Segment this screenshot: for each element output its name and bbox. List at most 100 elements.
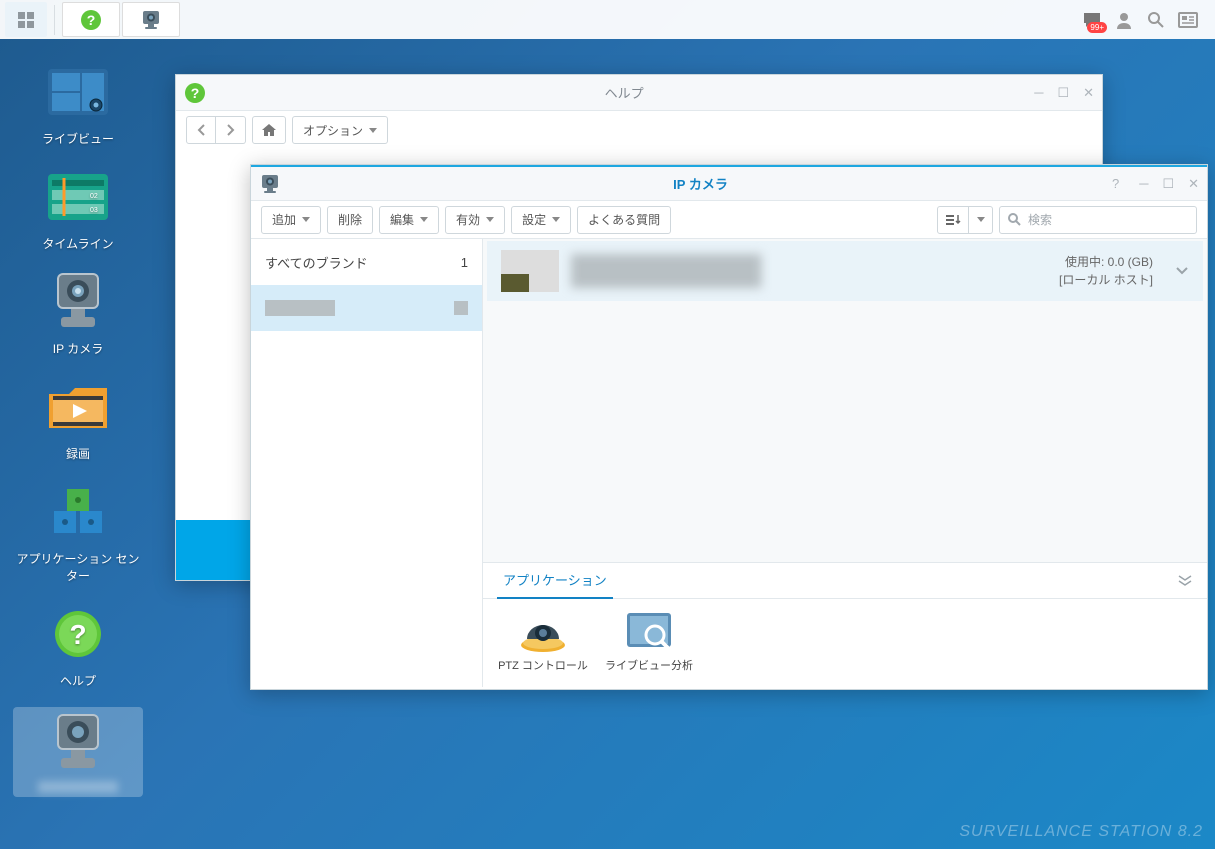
- sidebar-item-all-brands[interactable]: すべてのブランド 1: [251, 239, 482, 285]
- ipcam-window-icon: [259, 173, 281, 195]
- minimize-button[interactable]: ─: [1139, 176, 1148, 192]
- sort-button[interactable]: [937, 206, 969, 234]
- faq-button[interactable]: よくある質問: [577, 206, 671, 234]
- nav-back-button[interactable]: [186, 116, 216, 144]
- help-hint-button[interactable]: ?: [1112, 176, 1119, 192]
- notifications-button[interactable]: 99+: [1081, 9, 1103, 31]
- ipcamera-icon: [51, 271, 105, 333]
- desktop-icon-label: ヘルプ: [60, 672, 96, 689]
- svg-text:?: ?: [191, 85, 200, 101]
- svg-text:?: ?: [87, 12, 96, 28]
- camera-row[interactable]: 使用中: 0.0 (GB) [ローカル ホスト]: [487, 241, 1203, 301]
- caret-icon: [977, 217, 985, 222]
- maximize-button[interactable]: ☐: [1057, 85, 1069, 101]
- caret-icon: [486, 217, 494, 222]
- desktop-icon-help[interactable]: ? ヘルプ: [13, 602, 143, 689]
- ipcam-window-titlebar[interactable]: IP カメラ ? ─ ☐ ✕: [251, 165, 1207, 201]
- webcam-icon: [140, 9, 162, 31]
- ipcam-body: すべてのブランド 1 使用中: 0.0 (GB) [ローカル ホスト] アプ: [251, 239, 1207, 687]
- appcenter-icon: [48, 485, 108, 539]
- application-tabs: アプリケーション: [483, 563, 1207, 599]
- desktop-icon-label: IP カメラ: [53, 340, 103, 357]
- help-window-icon: ?: [184, 82, 206, 104]
- search-icon: [1007, 212, 1021, 226]
- help-window-title: ヘルプ: [214, 83, 1034, 102]
- brand-watermark: SURVEILLANCE STATION 8.2: [959, 823, 1203, 841]
- desktop-icon-ipcamera[interactable]: IP カメラ: [13, 270, 143, 357]
- home-icon: [261, 123, 277, 137]
- desktop-icon-recording[interactable]: 録画: [13, 375, 143, 462]
- help-toolbar: オプション: [176, 111, 1102, 149]
- camera-info: [571, 254, 1047, 288]
- ipcam-sidebar: すべてのブランド 1: [251, 239, 483, 687]
- camera-thumbnail: [501, 250, 559, 292]
- settings-button[interactable]: 設定: [511, 206, 571, 234]
- maximize-button[interactable]: ☐: [1162, 176, 1174, 192]
- taskbar-window-help[interactable]: ?: [62, 2, 120, 37]
- nav-forward-button[interactable]: [216, 116, 246, 144]
- grid-icon: [17, 11, 35, 29]
- tab-application[interactable]: アプリケーション: [497, 563, 613, 599]
- taskbar: ? 99+: [0, 0, 1215, 39]
- search-input[interactable]: [999, 206, 1197, 234]
- help-window-titlebar[interactable]: ? ヘルプ ─ ☐ ✕: [176, 75, 1102, 111]
- card-icon: [1178, 12, 1198, 28]
- double-chevron-down-icon: [1177, 575, 1193, 587]
- timeline-icon: 02 03: [46, 172, 110, 222]
- enable-button[interactable]: 有効: [445, 206, 505, 234]
- notification-badge: 99+: [1087, 22, 1107, 33]
- chevron-left-icon: [197, 124, 205, 136]
- edit-button[interactable]: 編集: [379, 206, 439, 234]
- close-button[interactable]: ✕: [1083, 85, 1094, 101]
- recording-icon: [47, 382, 109, 432]
- desktop-icons: ライブビュー 02 03 タイムライン IP カメラ 録画 アプリケーション セン…: [8, 60, 148, 797]
- system-tray: 99+: [1081, 9, 1211, 31]
- options-dropdown[interactable]: オプション: [292, 116, 388, 144]
- minimize-button[interactable]: ─: [1034, 85, 1043, 101]
- desktop-icon-liveview[interactable]: ライブビュー: [13, 60, 143, 147]
- help-desktop-icon: ?: [53, 609, 103, 659]
- sort-icon: [945, 214, 961, 226]
- ipcam-toolbar: 追加 削除 編集 有効 設定 よくある質問: [251, 201, 1207, 239]
- desktop-icon-appcenter[interactable]: アプリケーション センター: [13, 480, 143, 584]
- search-icon: [1147, 11, 1165, 29]
- user-button[interactable]: [1113, 9, 1135, 31]
- divider: [54, 5, 55, 35]
- desktop-icon-surveillance[interactable]: [13, 707, 143, 797]
- svg-text:02: 02: [90, 193, 98, 200]
- section-collapse-button[interactable]: [1177, 575, 1193, 587]
- app-item-ptz[interactable]: PTZ コントロール: [497, 609, 589, 673]
- liveview-icon: [46, 67, 110, 117]
- help-icon: ?: [80, 9, 102, 31]
- close-button[interactable]: ✕: [1188, 176, 1199, 192]
- ptz-icon: [517, 609, 569, 653]
- liveview-analysis-icon: [623, 609, 675, 653]
- widgets-button[interactable]: [1177, 9, 1199, 31]
- sidebar-item-brand[interactable]: [251, 285, 482, 331]
- delete-button[interactable]: 削除: [327, 206, 373, 234]
- nav-home-button[interactable]: [252, 116, 286, 144]
- app-item-liveview-analysis[interactable]: ライブビュー分析: [603, 609, 695, 673]
- desktop-icon-label: タイムライン: [42, 235, 113, 252]
- taskbar-window-ipcam[interactable]: [122, 2, 180, 37]
- user-icon: [1115, 11, 1133, 29]
- svg-text:?: ?: [69, 619, 86, 650]
- search-button[interactable]: [1145, 9, 1167, 31]
- sort-dir-button[interactable]: [969, 206, 993, 234]
- caret-icon: [369, 128, 377, 133]
- desktop-icon-timeline[interactable]: 02 03 タイムライン: [13, 165, 143, 252]
- add-button[interactable]: 追加: [261, 206, 321, 234]
- caret-icon: [552, 217, 560, 222]
- caret-icon: [302, 217, 310, 222]
- main-menu-button[interactable]: [5, 2, 47, 37]
- search-box: [999, 206, 1197, 234]
- camera-meta: 使用中: 0.0 (GB) [ローカル ホスト]: [1059, 253, 1153, 289]
- desktop-icon-label: ライブビュー: [42, 130, 114, 147]
- desktop-icon-label: 録画: [66, 445, 90, 462]
- ipcam-main: 使用中: 0.0 (GB) [ローカル ホスト] アプリケーション PTZ コン…: [483, 239, 1207, 687]
- caret-icon: [420, 217, 428, 222]
- svg-text:03: 03: [90, 207, 98, 214]
- surveillance-icon: [51, 712, 105, 774]
- desktop-icon-label: [38, 781, 118, 793]
- expand-row-button[interactable]: [1175, 266, 1189, 276]
